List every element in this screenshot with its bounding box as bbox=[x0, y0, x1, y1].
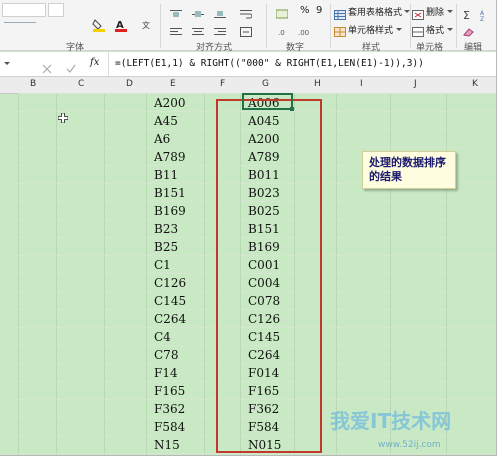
wrap-text-icon[interactable] bbox=[240, 4, 253, 19]
cancel-icon[interactable] bbox=[42, 59, 54, 74]
table-format-icon[interactable] bbox=[334, 5, 346, 20]
column-header: B C D E F G H I J K bbox=[0, 77, 496, 94]
autosum-icon[interactable]: Σ bbox=[462, 6, 474, 22]
cell-e4[interactable]: A789 bbox=[154, 150, 186, 164]
font-color-icon[interactable]: A bbox=[114, 17, 127, 32]
enter-icon[interactable] bbox=[66, 59, 78, 73]
align-bottom-icon[interactable] bbox=[214, 4, 226, 18]
cell-e19[interactable]: F584 bbox=[154, 420, 185, 434]
cell-e12[interactable]: C145 bbox=[154, 294, 186, 308]
decrease-decimal-icon[interactable]: .00 bbox=[298, 22, 310, 37]
insert-function-button[interactable]: fx bbox=[90, 57, 99, 68]
cell-e1[interactable]: A200 bbox=[154, 96, 186, 110]
font-name-box[interactable] bbox=[2, 3, 46, 17]
border-icon[interactable] bbox=[4, 22, 36, 23]
cell-e8[interactable]: B23 bbox=[154, 222, 178, 236]
column-header-f[interactable]: F bbox=[220, 79, 225, 89]
column-header-g[interactable]: G bbox=[262, 79, 269, 89]
cell-e20[interactable]: N15 bbox=[154, 438, 180, 452]
increase-decimal-icon[interactable]: .0 bbox=[278, 22, 290, 37]
svg-text:文: 文 bbox=[142, 20, 150, 30]
merge-cells-icon[interactable] bbox=[240, 22, 252, 37]
svg-text:Z: Z bbox=[480, 16, 484, 21]
spreadsheet-window: A 文 字体 对齐方式 % 9 .0 .00 数字 套用表格格式 单元格样式 样… bbox=[0, 0, 497, 456]
ribbon-separator bbox=[266, 4, 267, 48]
svg-text:Σ: Σ bbox=[463, 9, 470, 21]
watermark-text: 我爱IT技术网 bbox=[330, 409, 452, 433]
cell-e7[interactable]: B169 bbox=[154, 204, 186, 218]
chevron-down-icon bbox=[447, 28, 453, 31]
fill-handle[interactable] bbox=[290, 107, 294, 111]
cell-e15[interactable]: C78 bbox=[154, 348, 178, 362]
cell-e10[interactable]: C1 bbox=[154, 258, 171, 272]
cell-e16[interactable]: F14 bbox=[154, 366, 178, 380]
column-header-k[interactable]: K bbox=[472, 79, 478, 89]
column-header-d[interactable]: D bbox=[126, 79, 133, 89]
cell-e9[interactable]: B25 bbox=[154, 240, 178, 254]
formula-separator bbox=[108, 52, 109, 76]
column-header-b[interactable]: B bbox=[30, 79, 36, 89]
font-size-box[interactable] bbox=[48, 3, 64, 17]
cell-cursor-icon bbox=[57, 108, 69, 124]
column-header-h[interactable]: H bbox=[314, 79, 321, 89]
cell-e14[interactable]: C4 bbox=[154, 330, 171, 344]
ribbon: A 文 字体 对齐方式 % 9 .0 .00 数字 套用表格格式 单元格样式 样… bbox=[0, 0, 496, 53]
cell-e3[interactable]: A6 bbox=[154, 132, 170, 146]
delete-button[interactable]: 删除 bbox=[426, 5, 444, 18]
column-header-j[interactable]: J bbox=[414, 79, 417, 89]
delete-cells-icon[interactable] bbox=[412, 5, 424, 20]
chevron-down-icon bbox=[4, 62, 10, 65]
font-settings-icon[interactable]: 文 bbox=[140, 17, 152, 30]
cell-e5[interactable]: B11 bbox=[154, 168, 178, 182]
ribbon-separator bbox=[160, 4, 161, 48]
watermark-url: www.52ij.com bbox=[378, 440, 441, 450]
formula-bar: fx =(LEFT(E1,1) & RIGHT(("000" & RIGHT(E… bbox=[0, 52, 496, 77]
align-middle-icon[interactable] bbox=[192, 4, 204, 17]
note-text: 处理的数据排序的结果 bbox=[369, 156, 446, 183]
align-top-icon[interactable] bbox=[170, 4, 182, 17]
chevron-down-icon bbox=[447, 10, 453, 13]
column-header-i[interactable]: I bbox=[360, 79, 363, 89]
name-box-dropdown[interactable] bbox=[0, 56, 14, 70]
format-as-table-button[interactable]: 套用表格格式 bbox=[348, 5, 402, 18]
clear-icon[interactable] bbox=[462, 22, 474, 37]
formula-input[interactable]: =(LEFT(E1,1) & RIGHT(("000" & RIGHT(E1,L… bbox=[115, 58, 424, 69]
ribbon-separator bbox=[456, 4, 457, 48]
svg-text:.00: .00 bbox=[298, 29, 309, 37]
ribbon-separator bbox=[410, 4, 411, 48]
cell-styles-button[interactable]: 单元格样式 bbox=[348, 23, 393, 36]
align-right-icon[interactable] bbox=[214, 22, 226, 35]
column-header-c[interactable]: C bbox=[78, 79, 84, 89]
chevron-down-icon bbox=[396, 28, 402, 31]
cell-e2[interactable]: A45 bbox=[154, 114, 178, 128]
fill-color-icon[interactable] bbox=[92, 17, 105, 32]
comma-button[interactable]: 9 bbox=[316, 5, 322, 16]
cell-e17[interactable]: F165 bbox=[154, 384, 185, 398]
cell-e18[interactable]: F362 bbox=[154, 402, 185, 416]
cell-e13[interactable]: C264 bbox=[154, 312, 186, 326]
column-header-e[interactable]: E bbox=[170, 79, 176, 89]
ribbon-separator bbox=[330, 4, 331, 48]
align-center-icon[interactable] bbox=[192, 22, 204, 35]
cell-e6[interactable]: B151 bbox=[154, 186, 186, 200]
align-left-icon[interactable] bbox=[170, 22, 182, 35]
format-button[interactable]: 格式 bbox=[426, 23, 444, 36]
cell-e11[interactable]: C126 bbox=[154, 276, 186, 290]
accounting-format-icon[interactable] bbox=[275, 4, 289, 19]
gridline-horizontal bbox=[18, 453, 496, 454]
svg-text:.0: .0 bbox=[278, 29, 285, 37]
percent-button[interactable]: % bbox=[300, 5, 310, 16]
sort-filter-icon[interactable]: AZ bbox=[480, 6, 492, 23]
active-cell[interactable] bbox=[242, 93, 293, 110]
note-callout: 处理的数据排序的结果 bbox=[362, 151, 456, 189]
result-highlight-box bbox=[216, 99, 322, 453]
format-cells-icon[interactable] bbox=[412, 22, 424, 37]
cell-style-icon[interactable] bbox=[334, 22, 346, 37]
